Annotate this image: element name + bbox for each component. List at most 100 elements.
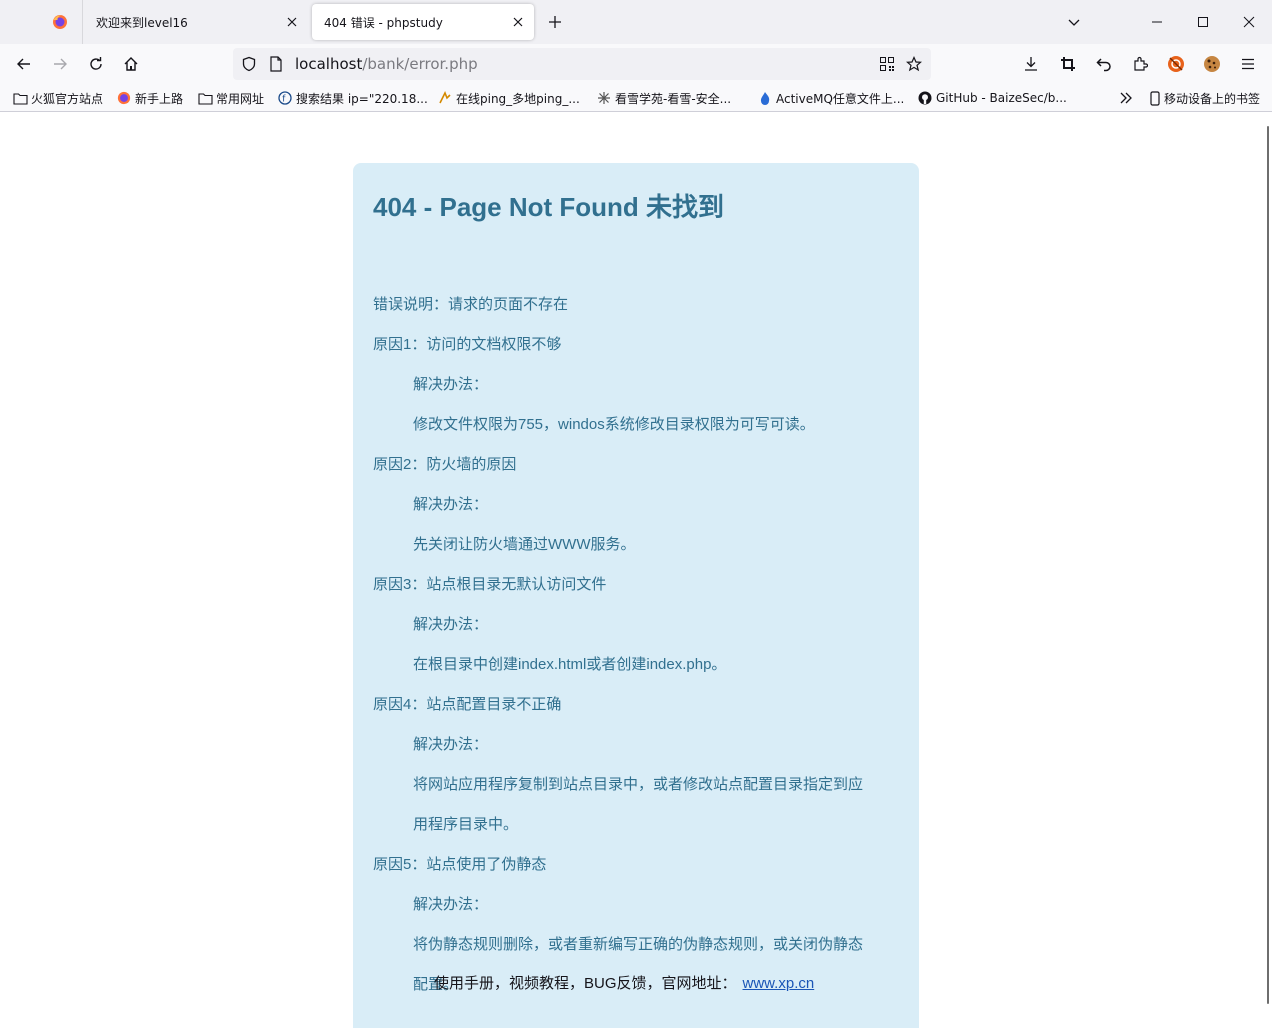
- solution-label: 解决办法：: [413, 896, 489, 913]
- home-button[interactable]: [118, 51, 144, 77]
- navigation-toolbar: localhost/bank/error.php: [0, 44, 1272, 84]
- reason-1: 原因1：访问的文档权限不够: [373, 336, 562, 353]
- error-panel: 404 - Page Not Found 未找到 错误说明：请求的页面不存在 原…: [353, 163, 919, 1028]
- hackbar-extension-button[interactable]: [1163, 51, 1189, 77]
- mobile-bookmarks-folder[interactable]: 移动设备上的书签: [1149, 88, 1260, 108]
- close-icon[interactable]: [506, 10, 530, 34]
- bookmark-item[interactable]: 在线ping_多地ping_...: [437, 88, 580, 108]
- tab-404-error[interactable]: 404 错误 - phpstudy: [312, 4, 534, 40]
- tab-bar: 欢迎来到level16 404 错误 - phpstudy: [0, 0, 1272, 44]
- bookmark-label: 新手上路: [135, 91, 184, 106]
- new-tab-button[interactable]: [543, 10, 567, 34]
- qr-code-icon[interactable]: [879, 56, 895, 72]
- bookmarks-toolbar: 火狐官方站点 新手上路 常用网址 f 搜索结果 ip="220.18... 在线…: [0, 84, 1272, 112]
- forward-button[interactable]: [47, 51, 73, 77]
- folder-icon: [197, 90, 213, 106]
- footer-text: 使用手册，视频教程，BUG反馈，官网地址：: [434, 975, 737, 992]
- error-title: 404 - Page Not Found 未找到: [373, 192, 725, 222]
- list-all-tabs-button[interactable]: [1062, 10, 1086, 34]
- bookmark-item[interactable]: 火狐官方站点: [12, 88, 103, 108]
- bookmark-item[interactable]: 常用网址: [197, 88, 264, 108]
- bookmark-item[interactable]: f 搜索结果 ip="220.18...: [277, 88, 428, 108]
- tab-level16[interactable]: 欢迎来到level16: [84, 4, 308, 40]
- page-content: 404 - Page Not Found 未找到 错误说明：请求的页面不存在 原…: [0, 112, 1266, 1028]
- bookmark-label: 火狐官方站点: [31, 91, 104, 106]
- minimize-button[interactable]: [1145, 10, 1169, 34]
- cookie-extension-button[interactable]: [1199, 51, 1225, 77]
- arrow-left-icon: [16, 56, 32, 72]
- hamburger-icon: [1241, 57, 1255, 71]
- star-icon[interactable]: [906, 56, 922, 72]
- bookmark-label: 搜索结果 ip="220.18...: [296, 91, 428, 106]
- download-icon: [1023, 56, 1039, 72]
- close-icon[interactable]: [280, 10, 304, 34]
- firefox-icon: [52, 14, 68, 30]
- shield-icon[interactable]: [241, 56, 257, 72]
- home-icon: [123, 56, 139, 72]
- reload-button[interactable]: [83, 51, 109, 77]
- downloads-button[interactable]: [1018, 51, 1044, 77]
- cookie-icon: [1203, 55, 1221, 73]
- tab-divider: [82, 0, 83, 44]
- app-menu-button[interactable]: [1235, 51, 1261, 77]
- fofa-icon: f: [277, 90, 293, 106]
- folder-icon: [12, 90, 28, 106]
- address-bar[interactable]: localhost/bank/error.php: [233, 48, 931, 80]
- url-path: /bank/error.php: [362, 55, 478, 73]
- solution-text: 将伪静态规则删除，或者重新编写正确的伪静态规则，或关闭伪静态: [413, 936, 864, 953]
- bookmark-item[interactable]: ActiveMQ任意文件上...: [757, 88, 904, 108]
- url-host: localhost: [295, 55, 363, 73]
- bookmark-item[interactable]: GitHub - BaizeSec/b...: [917, 88, 1067, 108]
- bookmark-label: 在线ping_多地ping_...: [456, 91, 580, 106]
- bookmark-label: GitHub - BaizeSec/b...: [936, 91, 1067, 105]
- mobile-icon: [1149, 90, 1161, 106]
- solution-text: 修改文件权限为755，windos系统修改目录权限为可写可读。: [413, 416, 815, 433]
- solution-text-continued: 用程序目录中。: [413, 816, 519, 833]
- reload-icon: [88, 56, 104, 72]
- undo-icon: [1096, 56, 1112, 72]
- footer-links: 使用手册，视频教程，BUG反馈，官网地址： www.xp.cn: [434, 972, 814, 993]
- firefox-view-button[interactable]: [38, 0, 82, 44]
- close-icon: [1243, 16, 1255, 28]
- solution-label: 解决办法：: [413, 376, 489, 393]
- scrollbar-thumb[interactable]: [1267, 126, 1269, 1004]
- crop-icon: [1060, 56, 1076, 72]
- maximize-button[interactable]: [1191, 10, 1215, 34]
- tab-title: 404 错误 - phpstudy: [324, 15, 443, 30]
- bookmark-label: 看雪学苑-看雪-安全...: [615, 91, 732, 106]
- error-description: 错误说明：请求的页面不存在: [373, 296, 569, 313]
- bookmark-label: 移动设备上的书签: [1164, 91, 1261, 106]
- tab-title: 欢迎来到level16: [96, 15, 188, 30]
- maximize-icon: [1197, 16, 1209, 28]
- puzzle-icon: [1132, 56, 1148, 72]
- svg-text:f: f: [282, 95, 286, 105]
- solution-label: 解决办法：: [413, 496, 489, 513]
- page-icon[interactable]: [269, 56, 283, 72]
- bookmark-label: 常用网址: [216, 91, 265, 106]
- solution-label: 解决办法：: [413, 736, 489, 753]
- flame-icon: [757, 90, 773, 106]
- extension-orange-icon: [1167, 55, 1185, 73]
- reason-3: 原因3：站点根目录无默认访问文件: [373, 576, 607, 593]
- minimize-icon: [1151, 16, 1163, 28]
- official-site-link[interactable]: www.xp.cn: [743, 975, 815, 992]
- reason-4: 原因4：站点配置目录不正确: [373, 696, 562, 713]
- bookmark-item[interactable]: 看雪学苑-看雪-安全...: [596, 88, 731, 108]
- plus-icon: [548, 15, 562, 29]
- bookmark-label: ActiveMQ任意文件上...: [776, 91, 905, 106]
- solution-label: 解决办法：: [413, 616, 489, 633]
- solution-text: 先关闭让防火墙通过WWW服务。: [413, 536, 636, 553]
- ping-icon: [437, 90, 453, 106]
- arrow-right-icon: [52, 56, 68, 72]
- reason-5: 原因5：站点使用了伪静态: [373, 856, 547, 873]
- back-button[interactable]: [11, 51, 37, 77]
- undo-close-tab-button[interactable]: [1091, 51, 1117, 77]
- screenshot-button[interactable]: [1055, 51, 1081, 77]
- url-text[interactable]: localhost/bank/error.php: [295, 48, 478, 80]
- github-icon: [917, 90, 933, 106]
- chevron-double-right-icon: [1118, 91, 1134, 105]
- more-bookmarks-button[interactable]: [1118, 88, 1134, 108]
- bookmark-item[interactable]: 新手上路: [116, 88, 183, 108]
- extensions-button[interactable]: [1127, 51, 1153, 77]
- close-window-button[interactable]: [1237, 10, 1261, 34]
